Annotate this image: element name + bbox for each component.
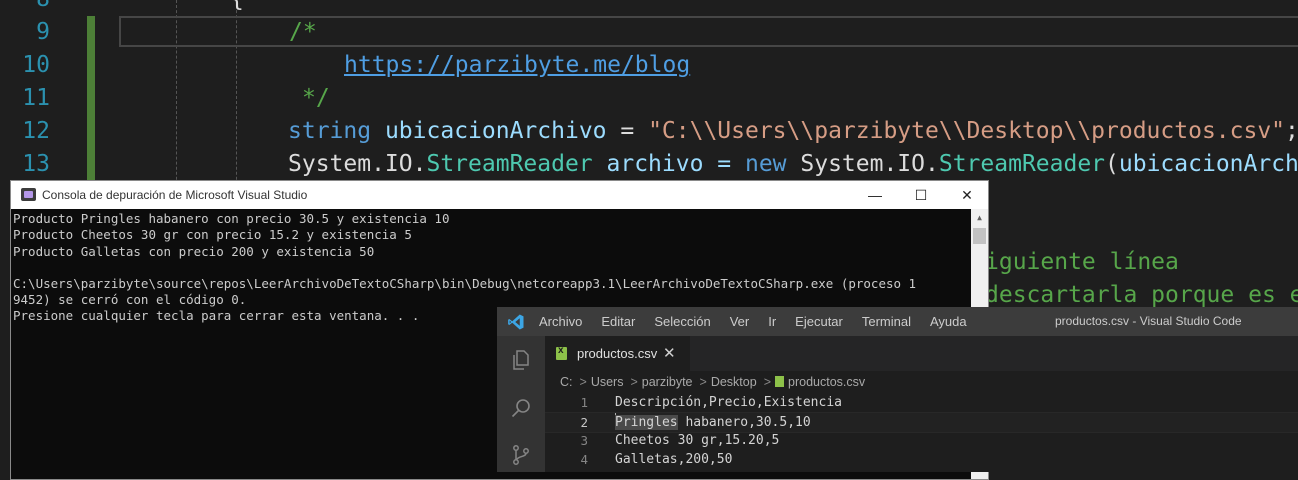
code-line[interactable]: { bbox=[230, 0, 244, 16]
console-line: Producto Cheetos 30 gr con precio 15.2 y… bbox=[13, 227, 412, 243]
editor-line[interactable]: 4 Galletas,200,50 bbox=[545, 450, 1298, 469]
code-line[interactable]: System.IO.StreamReader archivo = new Sys… bbox=[288, 148, 1298, 181]
menu-terminal[interactable]: Terminal bbox=[853, 307, 921, 336]
comment-url-link[interactable]: https://parzibyte.me/blog bbox=[344, 52, 690, 78]
chevron-right-icon: > bbox=[579, 375, 587, 389]
breadcrumb-item[interactable]: Desktop bbox=[711, 375, 757, 389]
scroll-up-arrow-icon[interactable]: ▲ bbox=[971, 209, 988, 226]
activity-bar bbox=[497, 336, 545, 472]
editor-line[interactable]: 1 Descripción,Precio,Existencia bbox=[545, 393, 1298, 412]
csv-file-icon bbox=[556, 345, 567, 360]
console-line: C:\Users\parzibyte\source\repos\LeerArch… bbox=[13, 275, 917, 291]
vscode-editor[interactable]: 1 Descripción,Precio,Existencia 2 Pringl… bbox=[545, 393, 1298, 472]
source-control-icon[interactable] bbox=[509, 443, 533, 467]
breadcrumb-item[interactable]: Users bbox=[591, 375, 624, 389]
tab-bar: productos.csv ✕ bbox=[545, 336, 1298, 371]
menu-bar: Archivo Editar Selección Ver Ir Ejecutar… bbox=[497, 307, 1298, 336]
vscode-window[interactable]: Archivo Editar Selección Ver Ir Ejecutar… bbox=[497, 307, 1298, 472]
operator: = bbox=[606, 118, 649, 144]
console-app-icon bbox=[21, 188, 36, 201]
console-title: Consola de depuración de Microsoft Visua… bbox=[42, 188, 308, 202]
line-number: 11 bbox=[22, 85, 50, 111]
console-titlebar[interactable]: Consola de depuración de Microsoft Visua… bbox=[11, 181, 988, 209]
menu-seleccion[interactable]: Selección bbox=[645, 307, 720, 336]
chevron-right-icon: > bbox=[630, 375, 638, 389]
line-number: 10 bbox=[22, 52, 50, 78]
console-line: Producto Galletas con precio 200 y exist… bbox=[13, 243, 375, 259]
menu-ayuda[interactable]: Ayuda bbox=[921, 307, 977, 336]
comment-open: /* bbox=[289, 19, 317, 45]
string-literal: "C:\\Users\\parzibyte\\Desktop\\producto… bbox=[648, 118, 1286, 144]
comment-fragment: iguiente línea bbox=[985, 249, 1179, 275]
breadcrumb: C: > Users > parzibyte > Desktop > productos.csv bbox=[545, 371, 1298, 393]
namespace: System.IO. bbox=[786, 151, 939, 177]
code-line[interactable]: string ubicacionArchivo = "C:\\Users\\pa… bbox=[288, 115, 1298, 148]
variable-name: ubicacionArchivo bbox=[384, 118, 607, 144]
console-line: Producto Pringles habanero con precio 30… bbox=[13, 211, 450, 226]
menu-ejecutar[interactable]: Ejecutar bbox=[786, 307, 853, 336]
line-number: 8 bbox=[0, 0, 50, 16]
variable-declaration: archivo = bbox=[592, 151, 745, 177]
type-name: StreamReader bbox=[426, 151, 593, 177]
vscode-logo-icon bbox=[508, 314, 524, 330]
menu-ver[interactable]: Ver bbox=[721, 307, 760, 336]
line-number: 13 bbox=[22, 151, 50, 177]
menu-ir[interactable]: Ir bbox=[759, 307, 786, 336]
menu-editar[interactable]: Editar bbox=[592, 307, 645, 336]
word-highlight: Pringles bbox=[615, 415, 678, 430]
menu-archivo[interactable]: Archivo bbox=[530, 307, 592, 336]
change-indicator-bar bbox=[87, 16, 95, 186]
code-brace: { bbox=[230, 0, 244, 12]
explorer-icon[interactable] bbox=[509, 348, 533, 372]
line-number: 12 bbox=[22, 118, 50, 144]
breadcrumb-item[interactable]: productos.csv bbox=[788, 375, 865, 389]
argument-name: ubicacionArch bbox=[1118, 151, 1298, 177]
type-name: StreamReader bbox=[938, 151, 1106, 177]
line-text: Cheetos 30 gr,15.20,5 bbox=[615, 433, 780, 448]
editor-line[interactable]: 3 Cheetos 30 gr,15.20,5 bbox=[545, 431, 1298, 450]
menu-items: Archivo Editar Selección Ver Ir Ejecutar… bbox=[530, 307, 977, 336]
code-line[interactable]: */ bbox=[302, 82, 330, 115]
window-title: productos.csv - Visual Studio Code bbox=[1055, 314, 1242, 328]
namespace: System.IO. bbox=[288, 151, 427, 177]
search-icon[interactable] bbox=[509, 396, 533, 420]
paren: ( bbox=[1105, 151, 1119, 177]
close-button[interactable]: ✕ bbox=[944, 181, 988, 209]
keyword-new: new bbox=[744, 151, 787, 177]
line-text: Galletas,200,50 bbox=[615, 452, 733, 467]
tab-close-icon[interactable]: ✕ bbox=[663, 336, 676, 371]
chevron-right-icon: > bbox=[763, 375, 771, 389]
line-text: Descripción,Precio,Existencia bbox=[615, 395, 842, 410]
semicolon: ; bbox=[1285, 118, 1298, 144]
line-number: 4 bbox=[580, 452, 588, 467]
comment-close: */ bbox=[302, 85, 330, 111]
code-line[interactable]: /* bbox=[289, 16, 317, 49]
line-number: 3 bbox=[580, 433, 588, 448]
csv-file-icon bbox=[775, 376, 784, 387]
tab-label: productos.csv bbox=[577, 346, 658, 361]
chevron-right-icon: > bbox=[699, 375, 707, 389]
line-text-rest: habanero,30.5,10 bbox=[677, 415, 811, 430]
breadcrumb-item[interactable]: C: bbox=[560, 375, 573, 389]
line-number: 9 bbox=[36, 19, 50, 45]
keyword: string bbox=[288, 118, 372, 144]
code-line[interactable]: https://parzibyte.me/blog bbox=[344, 49, 690, 82]
breadcrumb-item[interactable]: parzibyte bbox=[642, 375, 693, 389]
line-text: Pringles habanero,30.5,10 bbox=[615, 413, 811, 432]
editor-line-current[interactable]: 2 Pringles habanero,30.5,10 bbox=[545, 412, 1298, 433]
line-number: 2 bbox=[580, 415, 588, 430]
tab-productos-csv[interactable]: productos.csv ✕ bbox=[545, 336, 690, 371]
minimize-button[interactable]: — bbox=[852, 181, 898, 209]
maximize-button[interactable]: ☐ bbox=[898, 181, 944, 209]
scrollbar-thumb[interactable] bbox=[973, 228, 986, 244]
line-number: 1 bbox=[580, 395, 588, 410]
